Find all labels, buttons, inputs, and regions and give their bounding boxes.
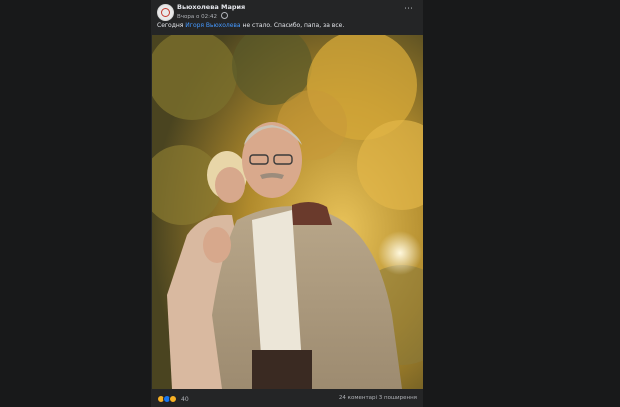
author-name[interactable]: Вьюхолева Мария (177, 3, 245, 11)
globe-icon (220, 12, 228, 19)
post-stats: 24 коментарі 3 поширення (339, 395, 417, 401)
post-meta: Вчора о 02:42 (177, 12, 228, 20)
post-text-start: Сегодня (157, 22, 186, 29)
post-text-end: не стало. Спасибо, папа, за все. (240, 22, 345, 29)
care-icon (169, 395, 177, 403)
post-footer: 40 24 коментарі 3 поширення (151, 389, 423, 407)
post-card: Вьюхолева Мария Вчора о 02:42 ⋯ Сегодня … (151, 0, 423, 407)
page: Вьюхолева Мария Вчора о 02:42 ⋯ Сегодня … (0, 0, 620, 407)
mention-link[interactable]: Игоря Вьюхолева (185, 22, 240, 29)
reactions-summary[interactable]: 40 (157, 395, 189, 403)
post-text: Сегодня Игоря Вьюхолева не стало. Спасиб… (157, 22, 344, 29)
more-options-button[interactable]: ⋯ (404, 4, 413, 14)
photo-image (152, 35, 423, 389)
post-time[interactable]: Вчора о 02:42 (177, 14, 217, 20)
post-photo[interactable] (152, 35, 423, 389)
avatar[interactable] (157, 4, 174, 21)
reactions-count: 40 (181, 395, 189, 403)
comments-count[interactable]: 24 коментарі (339, 395, 377, 401)
avatar-emblem (161, 8, 170, 17)
shares-count[interactable]: 3 поширення (379, 395, 417, 401)
